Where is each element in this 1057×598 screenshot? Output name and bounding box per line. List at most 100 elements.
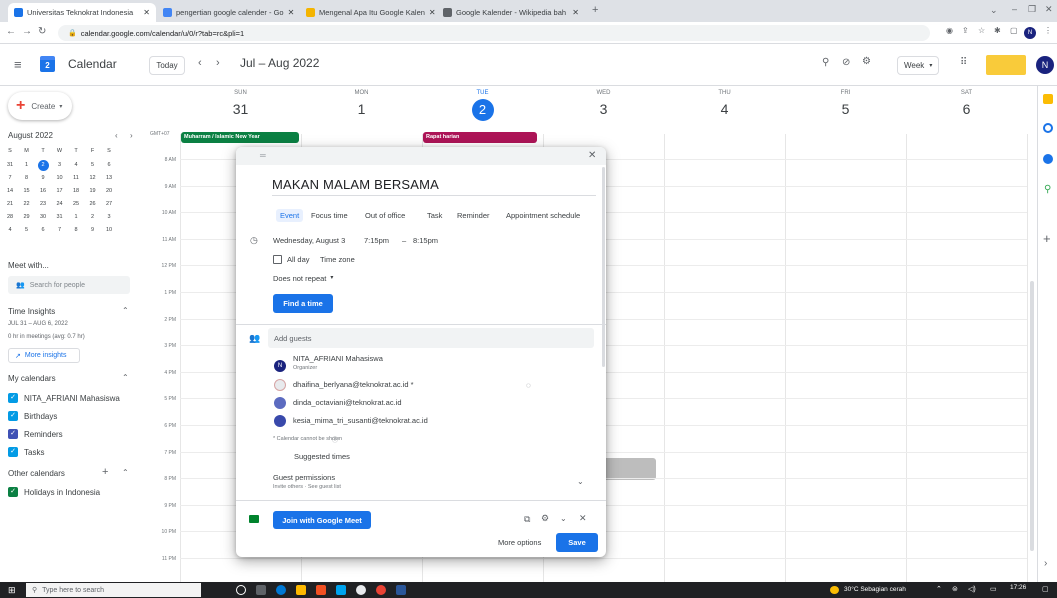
browser-tab[interactable]: Universitas Teknokrat Indonesia ✕ <box>8 3 156 22</box>
remove-meet-icon[interactable]: ✕ <box>579 513 587 524</box>
search-icon[interactable]: ⚲ <box>822 57 829 68</box>
contacts-icon[interactable] <box>1043 154 1053 164</box>
notification-icon[interactable]: ▢ <box>1042 585 1049 593</box>
type-tab-focus[interactable]: Focus time <box>311 211 348 220</box>
minimize-icon[interactable]: – <box>1012 4 1017 14</box>
drag-icon[interactable]: ═ <box>260 151 266 160</box>
mini-day[interactable]: 12 <box>86 173 100 184</box>
calendar-checkbox[interactable]: ✓ <box>8 487 18 497</box>
mini-day[interactable]: 5 <box>20 225 34 236</box>
calendar-checkbox[interactable]: ✓ <box>8 429 18 439</box>
mini-day[interactable]: 2 <box>86 212 100 223</box>
mini-day[interactable]: 18 <box>69 186 83 197</box>
guest-email[interactable]: dinda_octaviani@teknokrat.ac.id <box>293 398 402 407</box>
event-date[interactable]: Wednesday, August 3 <box>273 236 345 245</box>
browser-tab[interactable]: Mengenal Apa Itu Google Kalen ✕ <box>300 3 436 22</box>
mini-next-icon[interactable]: › <box>130 131 133 140</box>
mini-day[interactable]: 25 <box>69 199 83 210</box>
bookmark-star-icon[interactable]: ☆ <box>978 26 985 35</box>
mini-day[interactable]: 28 <box>3 212 17 223</box>
mini-day[interactable]: 4 <box>69 160 83 171</box>
mini-day[interactable]: 10 <box>53 173 67 184</box>
mini-day[interactable]: 17 <box>53 186 67 197</box>
chrome-icon[interactable] <box>376 585 386 595</box>
day-header[interactable]: SAT 6 <box>906 86 1027 117</box>
type-tab-appointment[interactable]: Appointment schedule <box>506 211 580 220</box>
calendar-checkbox[interactable]: ✓ <box>8 393 18 403</box>
mini-day[interactable]: 7 <box>53 225 67 236</box>
calendar-checkbox[interactable]: ✓ <box>8 411 18 421</box>
network-icon[interactable]: ⊜ <box>952 585 958 593</box>
next-week-icon[interactable]: › <box>216 57 220 69</box>
repeat-dropdown[interactable]: Does not repeat ▾ <box>273 274 333 283</box>
help-icon[interactable]: ⊘ <box>842 57 850 68</box>
mini-day[interactable]: 31 <box>53 212 67 223</box>
chevron-up-icon[interactable]: ⌃ <box>122 468 129 477</box>
view-selector[interactable]: Week ▾ <box>897 56 939 75</box>
kebab-menu-icon[interactable]: ⋮ <box>1044 26 1052 35</box>
volume-icon[interactable]: ◁) <box>968 585 976 593</box>
timezone-link[interactable]: Time zone <box>320 255 355 264</box>
mini-day[interactable]: 9 <box>36 173 50 184</box>
tray-chevron-icon[interactable]: ⌃ <box>936 585 942 593</box>
mini-day[interactable]: 24 <box>53 199 67 210</box>
day-number[interactable]: 3 <box>543 101 664 117</box>
mini-day[interactable]: 20 <box>102 186 116 197</box>
hamburger-menu-icon[interactable]: ≡ <box>14 57 22 72</box>
grid-scrollbar[interactable] <box>1030 281 1034 551</box>
address-bar[interactable]: 🔒 calendar.google.com/calendar/u/0/r?tab… <box>58 25 930 41</box>
mini-day[interactable]: 21 <box>3 199 17 210</box>
task-view-icon[interactable] <box>256 585 266 595</box>
day-number[interactable]: 5 <box>785 101 906 117</box>
mini-day[interactable]: 4 <box>3 225 17 236</box>
browser-tab[interactable]: Google Kalender - Wikipedia bah ✕ <box>437 3 585 22</box>
suggested-times-link[interactable]: Suggested times <box>294 452 350 461</box>
taskbar-clock[interactable]: 17:26 <box>1010 584 1026 591</box>
create-button[interactable]: + Create ▾ <box>8 92 72 120</box>
type-tab-ooo[interactable]: Out of office <box>365 211 405 220</box>
mini-day[interactable]: 30 <box>36 212 50 223</box>
chevron-down-icon[interactable]: ⌄ <box>560 514 567 523</box>
allday-event-chip[interactable]: Muharram / Islamic New Year <box>181 132 299 143</box>
mini-day[interactable]: 8 <box>69 225 83 236</box>
mini-day[interactable]: 3 <box>102 212 116 223</box>
back-icon[interactable]: ← <box>6 26 16 37</box>
mini-day[interactable]: 14 <box>3 186 17 197</box>
event-title-input[interactable]: MAKAN MALAM BERSAMA <box>272 177 439 192</box>
guest-permissions-title[interactable]: Guest permissions <box>273 473 335 482</box>
guest-email[interactable]: dhaifina_berlyana@teknokrat.ac.id * <box>293 380 414 389</box>
gear-icon[interactable]: ⚙ <box>541 513 549 524</box>
mini-day[interactable]: 13 <box>102 173 116 184</box>
event-start-time[interactable]: 7:15pm <box>364 236 389 245</box>
weather-text[interactable]: 30°C Sebagian cerah <box>844 586 906 593</box>
edge-icon[interactable] <box>276 585 286 595</box>
chevron-up-icon[interactable]: ⌃ <box>122 306 129 315</box>
maps-icon[interactable]: ⚲ <box>1044 184 1051 195</box>
share-icon[interactable]: ⇪ <box>962 26 969 35</box>
day-number[interactable]: 4 <box>664 101 785 117</box>
mini-day[interactable]: 9 <box>86 225 100 236</box>
extension-icon[interactable]: ◉ <box>946 26 953 35</box>
add-calendar-icon[interactable]: + <box>102 466 108 478</box>
type-tab-task[interactable]: Task <box>427 211 442 220</box>
mini-day[interactable]: 3 <box>53 160 67 171</box>
day-header[interactable]: THU 4 <box>664 86 785 117</box>
cortana-icon[interactable] <box>236 585 246 595</box>
day-header[interactable]: WED 3 <box>543 86 664 117</box>
day-header[interactable]: TUE 2 <box>422 86 543 121</box>
day-number[interactable]: 2 <box>471 99 494 121</box>
mini-day[interactable]: 27 <box>102 199 116 210</box>
account-avatar[interactable]: N <box>1036 56 1054 74</box>
keep-icon[interactable] <box>1043 94 1053 104</box>
copy-icon[interactable]: ⧉ <box>524 514 530 525</box>
mini-day[interactable]: 1 <box>20 160 34 171</box>
mini-day[interactable]: 10 <box>102 225 116 236</box>
window-close-icon[interactable]: ✕ <box>1045 4 1053 15</box>
forward-icon[interactable]: → <box>22 26 32 37</box>
gear-icon[interactable]: ⚙ <box>862 56 871 67</box>
prev-week-icon[interactable]: ‹ <box>198 57 202 69</box>
mini-day[interactable]: 11 <box>69 173 83 184</box>
windows-start-icon[interactable]: ⊞ <box>8 585 16 596</box>
mini-day[interactable]: 2 <box>37 160 49 171</box>
mini-day[interactable]: 23 <box>36 199 50 210</box>
